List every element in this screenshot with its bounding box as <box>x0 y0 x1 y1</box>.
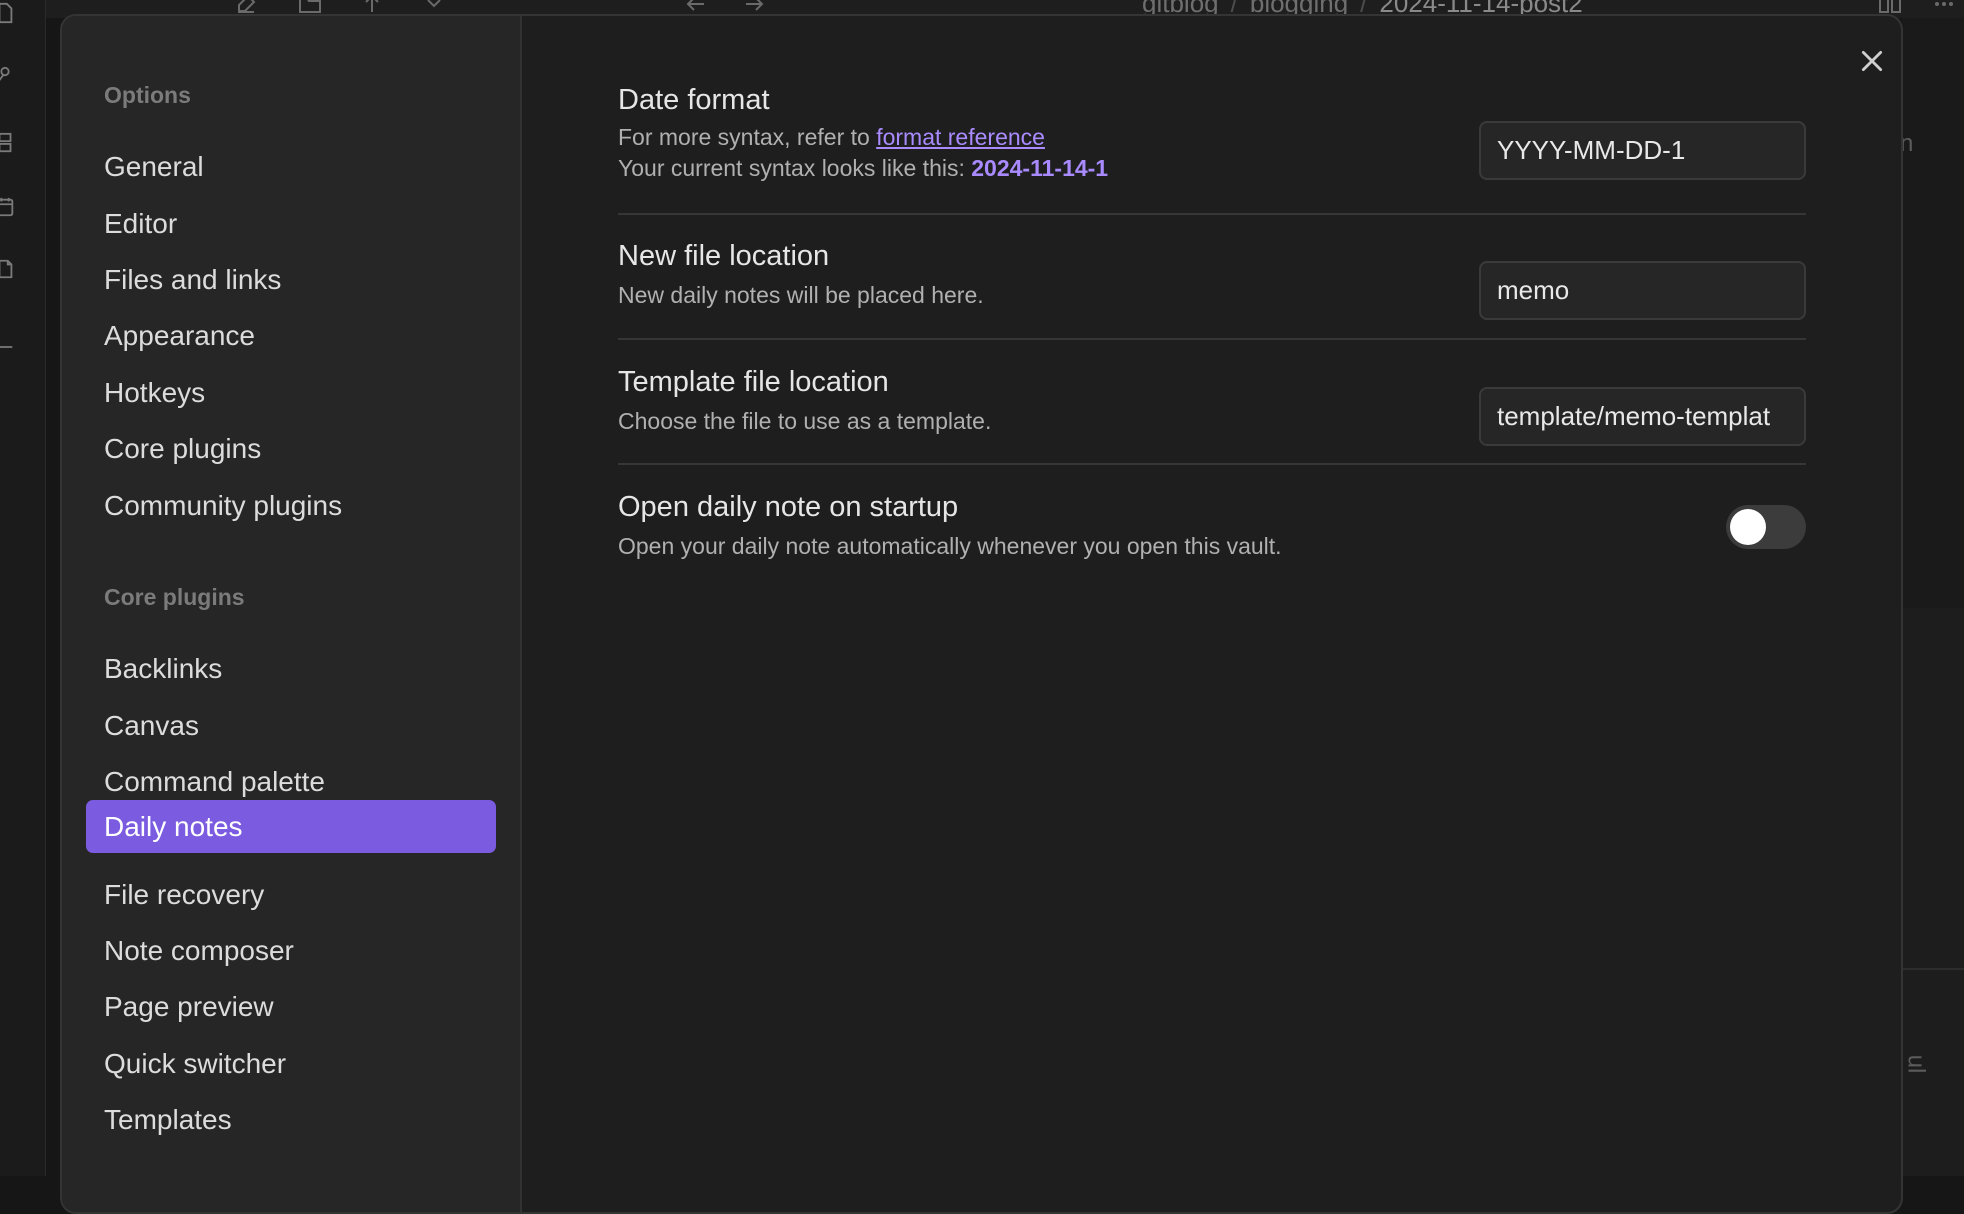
sidebar-item-files-and-links[interactable]: Files and links <box>86 253 496 306</box>
template-file-location-input[interactable] <box>1479 387 1806 446</box>
sidebar-item-backlinks[interactable]: Backlinks <box>86 642 496 695</box>
description-text: For more syntax, refer to <box>618 124 876 150</box>
pages-icon[interactable] <box>0 258 16 280</box>
sidebar-heading-options: Options <box>104 82 191 109</box>
description-text: Your current syntax looks like this: <box>618 155 971 181</box>
layout-icon[interactable] <box>0 132 16 154</box>
date-format-input[interactable] <box>1479 121 1806 180</box>
setting-date-format: Date format For more syntax, refer to fo… <box>618 82 1806 184</box>
close-icon <box>1859 48 1885 74</box>
graph-icon[interactable] <box>0 66 16 88</box>
calendar-icon[interactable] <box>0 196 16 218</box>
syntax-preview-value: 2024-11-14-1 <box>971 155 1108 181</box>
app-ribbon <box>0 0 46 1176</box>
setting-name: Open daily note on startup <box>618 489 1806 525</box>
sidebar-item-community-plugins[interactable]: Community plugins <box>86 479 496 532</box>
close-button[interactable] <box>1849 38 1895 84</box>
sidebar-item-note-composer[interactable]: Note composer <box>86 924 496 977</box>
sidebar-item-core-plugins[interactable]: Core plugins <box>86 422 496 475</box>
setting-new-file-location: New file location New daily notes will b… <box>618 238 1806 311</box>
sidebar-item-page-preview[interactable]: Page preview <box>86 980 496 1033</box>
file-icon[interactable] <box>0 2 16 24</box>
right-pane-divider <box>1902 968 1964 970</box>
setting-name: Date format <box>618 82 1806 118</box>
sidebar-item-editor[interactable]: Editor <box>86 197 496 250</box>
sidebar-item-file-recovery[interactable]: File recovery <box>86 868 496 921</box>
pane-edge-glyph: ul <box>1901 1055 1929 1074</box>
setting-open-on-startup: Open daily note on startup Open your dai… <box>618 489 1806 562</box>
more-options-icon[interactable] <box>1932 0 1956 16</box>
new-file-location-input[interactable] <box>1479 261 1806 320</box>
format-reference-link[interactable]: format reference <box>876 124 1045 150</box>
right-pane-upper <box>1902 18 1964 608</box>
sidebar-item-canvas[interactable]: Canvas <box>86 699 496 752</box>
toggle-knob <box>1730 509 1766 545</box>
setting-divider <box>618 213 1806 215</box>
sidebar-item-daily-notes[interactable]: Daily notes <box>86 800 496 853</box>
setting-divider <box>618 463 1806 465</box>
setting-template-file-location: Template file location Choose the file t… <box>618 364 1806 437</box>
divider-icon <box>0 336 16 358</box>
sidebar-item-templates[interactable]: Templates <box>86 1093 496 1146</box>
setting-description: Open your daily note automatically whene… <box>618 531 1806 562</box>
settings-sidebar: Options General Editor Files and links A… <box>62 16 522 1212</box>
sidebar-item-appearance[interactable]: Appearance <box>86 309 496 362</box>
sidebar-item-quick-switcher[interactable]: Quick switcher <box>86 1037 496 1090</box>
settings-modal: Options General Editor Files and links A… <box>60 14 1903 1214</box>
sidebar-item-general[interactable]: General <box>86 140 496 193</box>
open-on-startup-toggle[interactable] <box>1726 505 1806 549</box>
setting-divider <box>618 338 1806 340</box>
sidebar-heading-core-plugins: Core plugins <box>104 584 245 611</box>
sidebar-item-hotkeys[interactable]: Hotkeys <box>86 366 496 419</box>
